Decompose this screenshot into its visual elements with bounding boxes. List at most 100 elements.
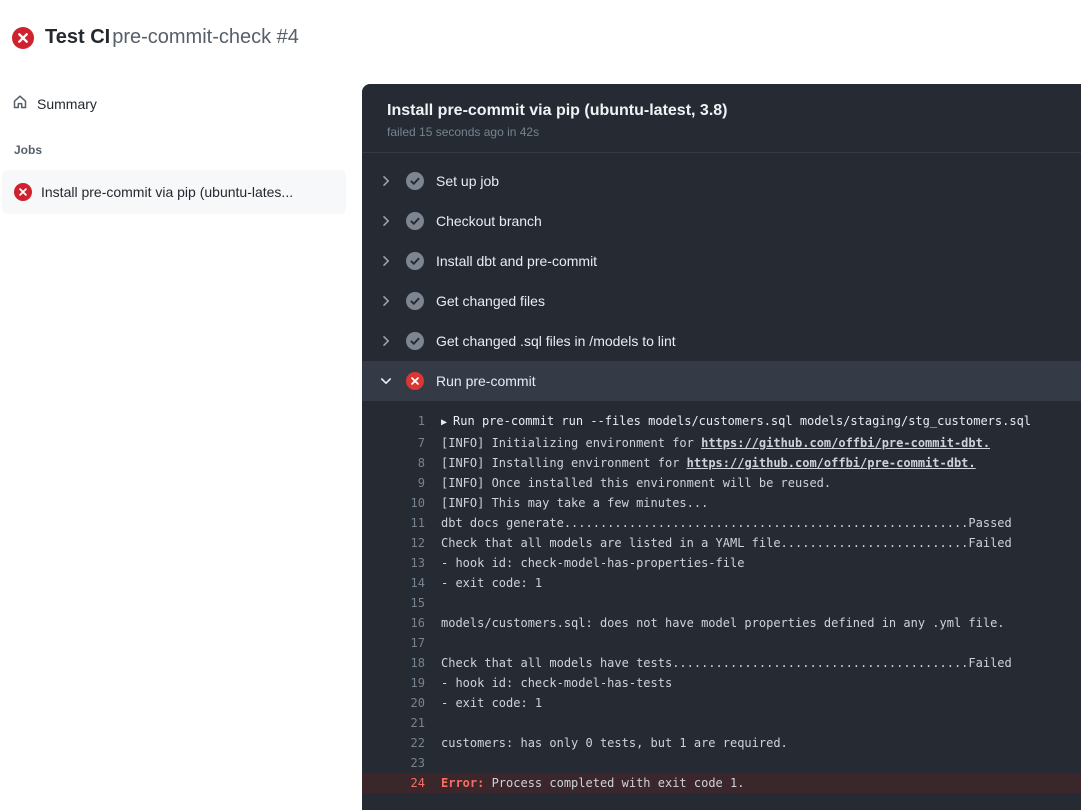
log-link[interactable]: https://github.com/offbi/pre-commit-dbt. <box>687 456 976 470</box>
job-panel-header: Install pre-commit via pip (ubuntu-lates… <box>362 84 1081 153</box>
log-line-number[interactable]: 7 <box>362 433 425 453</box>
log-line: 10 [INFO] This may take a few minutes... <box>362 493 1081 513</box>
step-label: Install dbt and pre-commit <box>436 253 597 269</box>
log-text-segment: Check that all models are listed in a YA… <box>441 536 1012 550</box>
log-line-text: [INFO] Installing environment for https:… <box>441 453 976 473</box>
step-success-icon <box>406 292 424 310</box>
job-failed-icon <box>14 183 32 201</box>
log-link[interactable]: https://github.com/offbi/pre-commit-dbt. <box>701 436 990 450</box>
step-label: Get changed files <box>436 293 545 309</box>
log-line-text: ▶ Run pre-commit run --files models/cust… <box>441 411 1031 433</box>
log-line: 19 - hook id: check-model-has-tests <box>362 673 1081 693</box>
log-line-text: Check that all models have tests........… <box>441 653 1012 673</box>
chevron-right-icon[interactable] <box>378 173 394 189</box>
log-text-segment: - hook id: check-model-has-tests <box>441 676 672 690</box>
home-icon <box>12 94 28 115</box>
step-label: Set up job <box>436 173 499 189</box>
log-line-text: - hook id: check-model-has-properties-fi… <box>441 553 744 573</box>
step-row[interactable]: Checkout branch <box>362 201 1081 241</box>
log-line-text: Check that all models are listed in a YA… <box>441 533 1012 553</box>
log-text-segment: Process completed with exit code 1. <box>492 776 745 790</box>
log-line: 12 Check that all models are listed in a … <box>362 533 1081 553</box>
log-line-number[interactable]: 12 <box>362 533 425 553</box>
log-line: 23 <box>362 753 1081 773</box>
log-line-number[interactable]: 17 <box>362 633 425 653</box>
log-line-text: [INFO] Once installed this environment w… <box>441 473 831 493</box>
log-text-segment: models/customers.sql: does not have mode… <box>441 616 1005 630</box>
chevron-right-icon[interactable] <box>378 213 394 229</box>
log-line: 14 - exit code: 1 <box>362 573 1081 593</box>
log-line-text: [INFO] This may take a few minutes... <box>441 493 708 513</box>
log-line: 9 [INFO] Once installed this environment … <box>362 473 1081 493</box>
log-text-segment: [INFO] Once installed this environment w… <box>441 476 831 490</box>
log-line-number[interactable]: 15 <box>362 593 425 613</box>
step-success-icon <box>406 252 424 270</box>
log-line-number[interactable]: 19 <box>362 673 425 693</box>
chevron-down-icon[interactable] <box>378 373 394 389</box>
log-text-segment: customers: has only 0 tests, but 1 are r… <box>441 736 788 750</box>
log-line: 1 ▶ Run pre-commit run --files models/cus… <box>362 411 1081 433</box>
job-title: Install pre-commit via pip (ubuntu-lates… <box>387 102 1057 120</box>
job-item-label: Install pre-commit via pip (ubuntu-lates… <box>41 184 293 200</box>
log-line-number[interactable]: 18 <box>362 653 425 673</box>
log-command-text: Run pre-commit run --files models/custom… <box>453 414 1031 428</box>
log-line-text: Error: Process completed with exit code … <box>441 773 744 793</box>
log-line-number[interactable]: 24 <box>362 773 425 793</box>
log-text-segment: [INFO] Installing environment for <box>441 456 687 470</box>
log-error-line: 24 Error: Process completed with exit cod… <box>362 773 1081 793</box>
jobs-list: Install pre-commit via pip (ubuntu-lates… <box>0 170 350 214</box>
log-line-text: dbt docs generate.......................… <box>441 513 1012 533</box>
step-row[interactable]: Get changed .sql files in /models to lin… <box>362 321 1081 361</box>
log-line: 15 <box>362 593 1081 613</box>
log-line-number[interactable]: 23 <box>362 753 425 773</box>
step-row[interactable]: Get changed files <box>362 281 1081 321</box>
sidebar-item-summary[interactable]: Summary <box>12 94 350 114</box>
log-line-text: - exit code: 1 <box>441 693 542 713</box>
summary-label: Summary <box>37 96 97 112</box>
step-label: Checkout branch <box>436 213 542 229</box>
log-line-number[interactable]: 22 <box>362 733 425 753</box>
log-line-text: models/customers.sql: does not have mode… <box>441 613 1005 633</box>
log-text-segment: [INFO] Initializing environment for <box>441 436 701 450</box>
log-line-number[interactable]: 21 <box>362 713 425 733</box>
log-line-number[interactable]: 14 <box>362 573 425 593</box>
run-name: pre-commit-check #4 <box>112 26 299 48</box>
log-line-number[interactable]: 20 <box>362 693 425 713</box>
log-line: 18 Check that all models have tests......… <box>362 653 1081 673</box>
sidebar: Summary Jobs Install pre-commit via pip … <box>0 84 350 810</box>
log-text-segment: dbt docs generate.......................… <box>441 516 1012 530</box>
chevron-right-icon[interactable] <box>378 253 394 269</box>
log-line-number[interactable]: 10 <box>362 493 425 513</box>
log-line: 22 customers: has only 0 tests, but 1 are… <box>362 733 1081 753</box>
step-label: Get changed .sql files in /models to lin… <box>436 333 676 349</box>
log-output: 1 ▶ Run pre-commit run --files models/cus… <box>362 401 1081 793</box>
step-success-icon <box>406 172 424 190</box>
job-status-subtitle: failed 15 seconds ago in 42s <box>387 125 1057 139</box>
step-row[interactable]: Install dbt and pre-commit <box>362 241 1081 281</box>
log-line-number[interactable]: 16 <box>362 613 425 633</box>
log-line-number[interactable]: 11 <box>362 513 425 533</box>
log-text-segment: [INFO] This may take a few minutes... <box>441 496 708 510</box>
log-line: 7 [INFO] Initializing environment for htt… <box>362 433 1081 453</box>
sidebar-job-item[interactable]: Install pre-commit via pip (ubuntu-lates… <box>2 170 346 214</box>
log-line-number[interactable]: 8 <box>362 453 425 473</box>
log-line: 13 - hook id: check-model-has-properties-… <box>362 553 1081 573</box>
log-group-toggle-icon[interactable]: ▶ <box>441 417 453 428</box>
log-line: 16 models/customers.sql: does not have mo… <box>362 613 1081 633</box>
log-line-text: - hook id: check-model-has-tests <box>441 673 672 693</box>
log-line-number[interactable]: 9 <box>362 473 425 493</box>
chevron-right-icon[interactable] <box>378 333 394 349</box>
run-header: Test CIpre-commit-check #4 <box>12 26 299 49</box>
log-line-number[interactable]: 1 <box>362 411 425 433</box>
log-line-number[interactable]: 13 <box>362 553 425 573</box>
step-success-icon <box>406 212 424 230</box>
log-line-text: - exit code: 1 <box>441 573 542 593</box>
chevron-right-icon[interactable] <box>378 293 394 309</box>
step-row[interactable]: Run pre-commit <box>362 361 1081 401</box>
log-text-segment: - hook id: check-model-has-properties-fi… <box>441 556 744 570</box>
step-row[interactable]: Set up job <box>362 161 1081 201</box>
log-text-segment: - exit code: 1 <box>441 576 542 590</box>
step-label: Run pre-commit <box>436 373 536 389</box>
log-line: 8 [INFO] Installing environment for https… <box>362 453 1081 473</box>
steps-list: Set up job Checkout branch Install dbt and… <box>362 153 1081 401</box>
